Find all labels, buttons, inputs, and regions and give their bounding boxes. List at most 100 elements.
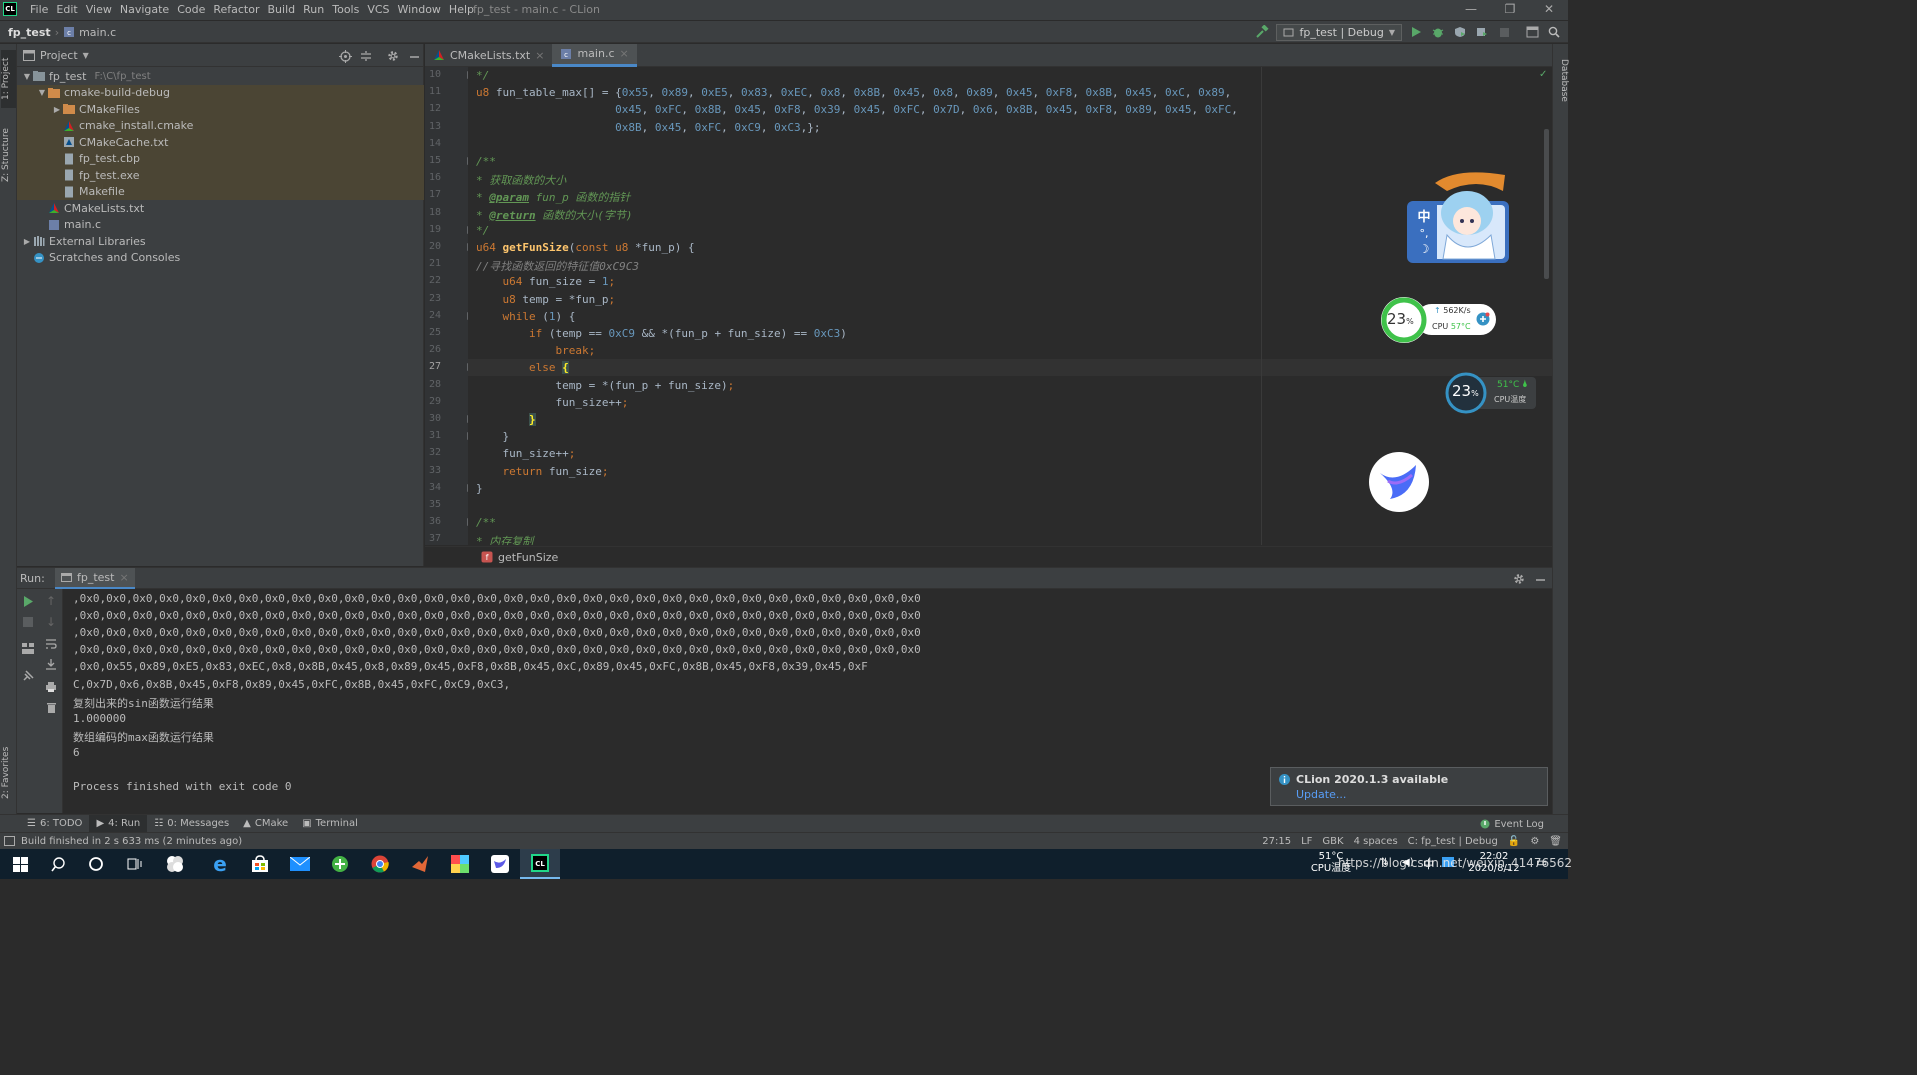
stop-icon[interactable] (1496, 24, 1512, 40)
line-number[interactable]: 17 (429, 189, 441, 200)
restore-icon[interactable]: ❐ (1491, 0, 1529, 20)
expand-right-icon[interactable]: ▶ (21, 237, 33, 246)
todo-tool-tab[interactable]: ☰ 6: TODO (20, 815, 89, 833)
feishu-floating-ball[interactable] (1368, 451, 1430, 513)
colorful-app-icon[interactable] (440, 849, 480, 879)
menu-item-navigate[interactable]: Navigate (116, 0, 173, 20)
line-number[interactable]: 31 (429, 430, 441, 441)
update-notification[interactable]: CLion 2020.1.3 available Update... (1270, 767, 1548, 806)
database-tool-tab[interactable]: Database (1554, 50, 1569, 110)
line-number[interactable]: 26 (429, 344, 441, 355)
trash-icon[interactable]: 🗑 (1549, 836, 1562, 847)
line-number[interactable]: 24 (429, 310, 441, 321)
hide-panel-icon[interactable] (406, 48, 422, 64)
line-number[interactable]: 15 (429, 155, 441, 166)
resolve-context[interactable]: C: fp_test | Debug (1408, 836, 1498, 847)
close-icon[interactable]: ✕ (1530, 0, 1568, 20)
project-tool-tab[interactable]: 1: Project (1, 50, 16, 108)
gear-icon[interactable] (1511, 571, 1527, 587)
project-view-select[interactable]: Project ▼ (23, 44, 89, 67)
expand-right-icon[interactable]: ▶ (51, 105, 63, 114)
menu-item-file[interactable]: File (26, 0, 52, 20)
down-arrow-icon[interactable]: ↓ (43, 614, 59, 630)
line-number[interactable]: 23 (429, 293, 441, 304)
menu-item-build[interactable]: Build (264, 0, 300, 20)
scroll-to-end-icon[interactable] (43, 656, 59, 672)
tree-item-cmakecache-txt[interactable]: CMakeCache.txt (17, 134, 424, 151)
project-structure-icon[interactable] (1524, 24, 1540, 40)
close-tab-icon[interactable]: × (119, 571, 128, 584)
menu-item-view[interactable]: View (82, 0, 116, 20)
green-app-icon[interactable] (320, 849, 360, 879)
line-number[interactable]: 13 (429, 121, 441, 132)
line-number[interactable]: 35 (429, 499, 441, 510)
tree-item-external-libraries[interactable]: ▶ External Libraries (17, 233, 424, 250)
tree-item-cmakelists-txt[interactable]: CMakeLists.txt (17, 200, 424, 217)
run-configuration-select[interactable]: fp_test | Debug ▼ (1276, 23, 1402, 41)
line-number[interactable]: 16 (429, 172, 441, 183)
file-encoding[interactable]: GBK (1322, 836, 1343, 847)
print-icon[interactable] (43, 679, 59, 695)
line-number[interactable]: 33 (429, 465, 441, 476)
gear-icon[interactable] (385, 48, 401, 64)
cortana-icon[interactable] (76, 849, 116, 879)
current-function-label[interactable]: getFunSize (498, 551, 558, 564)
matlab-icon[interactable] (400, 849, 440, 879)
locate-file-icon[interactable] (337, 48, 353, 64)
line-number[interactable]: 14 (429, 138, 441, 149)
windows-start-icon[interactable] (0, 849, 40, 879)
restore-layout-icon[interactable] (20, 640, 36, 656)
lock-icon[interactable]: 🔓 (1508, 836, 1520, 847)
line-number[interactable]: 18 (429, 207, 441, 218)
line-number[interactable]: 20 (429, 241, 441, 252)
line-number[interactable]: 21 (429, 258, 441, 269)
menu-item-refactor[interactable]: Refactor (209, 0, 263, 20)
line-number[interactable]: 32 (429, 447, 441, 458)
favorites-tool-tab[interactable]: 2: Favorites (1, 740, 16, 806)
debug-icon[interactable] (1430, 24, 1446, 40)
line-number[interactable]: 37 (429, 533, 441, 544)
system-monitor-widget[interactable]: 23% ↑ 562K/s CPU 57°C (1378, 294, 1498, 346)
close-tab-icon[interactable]: × (535, 49, 544, 62)
cmake-tool-tab[interactable]: ▲ CMake (236, 815, 295, 833)
tree-item-cmakefiles[interactable]: ▶ CMakeFiles (17, 101, 424, 118)
expand-down-icon[interactable]: ▼ (21, 72, 33, 81)
pinwheel-app-icon[interactable] (155, 849, 195, 879)
menu-item-vcs[interactable]: VCS (363, 0, 393, 20)
menu-item-run[interactable]: Run (299, 0, 328, 20)
edge-browser-icon[interactable]: e (200, 849, 240, 879)
line-number[interactable]: 19 (429, 224, 441, 235)
build-hammer-icon[interactable] (1254, 24, 1270, 40)
memory-icon[interactable]: ⚙ (1530, 836, 1539, 847)
soft-wrap-icon[interactable] (43, 636, 59, 652)
store-icon[interactable] (240, 849, 280, 879)
line-number[interactable]: 22 (429, 275, 441, 286)
tree-item-fp-test-exe[interactable]: fp_test.exe (17, 167, 424, 184)
editor-scrollbar[interactable] (1544, 129, 1549, 279)
chrome-icon[interactable] (360, 849, 400, 879)
feishu-bird-icon[interactable] (480, 849, 520, 879)
line-separator[interactable]: LF (1301, 836, 1312, 847)
tree-item-fp-test[interactable]: ▼ fp_test F:\C\fp_test (17, 68, 424, 85)
cpu-temp-widget[interactable]: 23% 51°C 🌢 CPU温度 (1444, 371, 1536, 415)
rerun-icon[interactable] (20, 593, 36, 609)
menu-item-window[interactable]: Window (394, 0, 445, 20)
line-number[interactable]: 25 (429, 327, 441, 338)
tree-item-cmake-install-cmake[interactable]: cmake_install.cmake (17, 117, 424, 134)
tree-item-makefile[interactable]: Makefile (17, 183, 424, 200)
expand-down-icon[interactable]: ▼ (36, 88, 48, 97)
close-tab-icon[interactable]: × (620, 47, 629, 60)
menu-item-tools[interactable]: Tools (328, 0, 363, 20)
line-number[interactable]: 28 (429, 379, 441, 390)
tab-cmakelists[interactable]: CMakeLists.txt × (425, 44, 552, 67)
line-number[interactable]: 29 (429, 396, 441, 407)
search-everywhere-icon[interactable] (1546, 24, 1562, 40)
trash-icon[interactable] (43, 700, 59, 716)
coverage-icon[interactable] (1452, 24, 1468, 40)
caret-position[interactable]: 27:15 (1262, 836, 1291, 847)
line-number[interactable]: 36 (429, 516, 441, 527)
structure-tool-tab[interactable]: Z: Structure (1, 122, 16, 188)
menu-item-code[interactable]: Code (173, 0, 209, 20)
breadcrumb-file[interactable]: main.c (79, 26, 116, 39)
line-number[interactable]: 34 (429, 482, 441, 493)
